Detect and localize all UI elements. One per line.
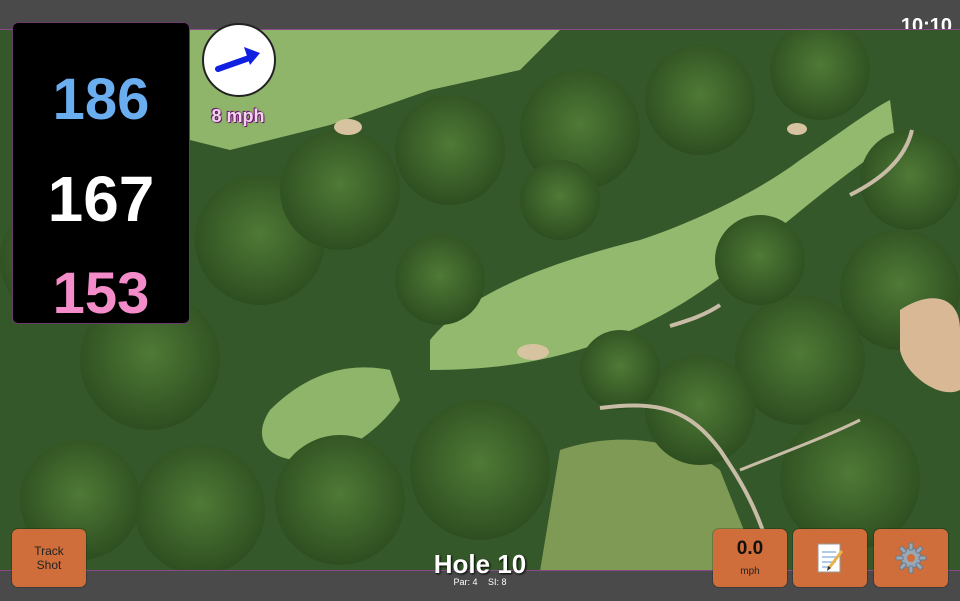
track-shot-label-line2: Shot xyxy=(36,558,62,572)
speed-unit: mph xyxy=(740,566,760,577)
wind-arrow-icon xyxy=(215,47,260,72)
hole-stroke-index: SI: 8 xyxy=(488,577,507,587)
wind-speed: 8 mph xyxy=(211,106,265,126)
distance-middle: 167 xyxy=(47,163,155,235)
wind-indicator xyxy=(202,23,276,97)
distance-panel: 186 167 153 xyxy=(12,22,190,324)
settings-button[interactable] xyxy=(874,529,948,587)
gear-icon xyxy=(895,542,927,574)
distance-back: 186 xyxy=(52,67,150,132)
distance-front: 153 xyxy=(52,261,150,326)
hole-title: Hole 10 xyxy=(433,549,527,579)
speed-value: 0.0 xyxy=(736,538,764,559)
notes-button[interactable] xyxy=(793,529,867,587)
hole-par: Par: 4 xyxy=(453,577,478,587)
hole-info: Par: 4 SI: 8 xyxy=(380,577,580,587)
speed-button[interactable]: 0.0 mph xyxy=(713,529,787,587)
track-shot-button[interactable]: Track Shot xyxy=(12,529,86,587)
notepad-icon xyxy=(817,543,844,573)
track-shot-label-line1: Track xyxy=(34,544,64,558)
